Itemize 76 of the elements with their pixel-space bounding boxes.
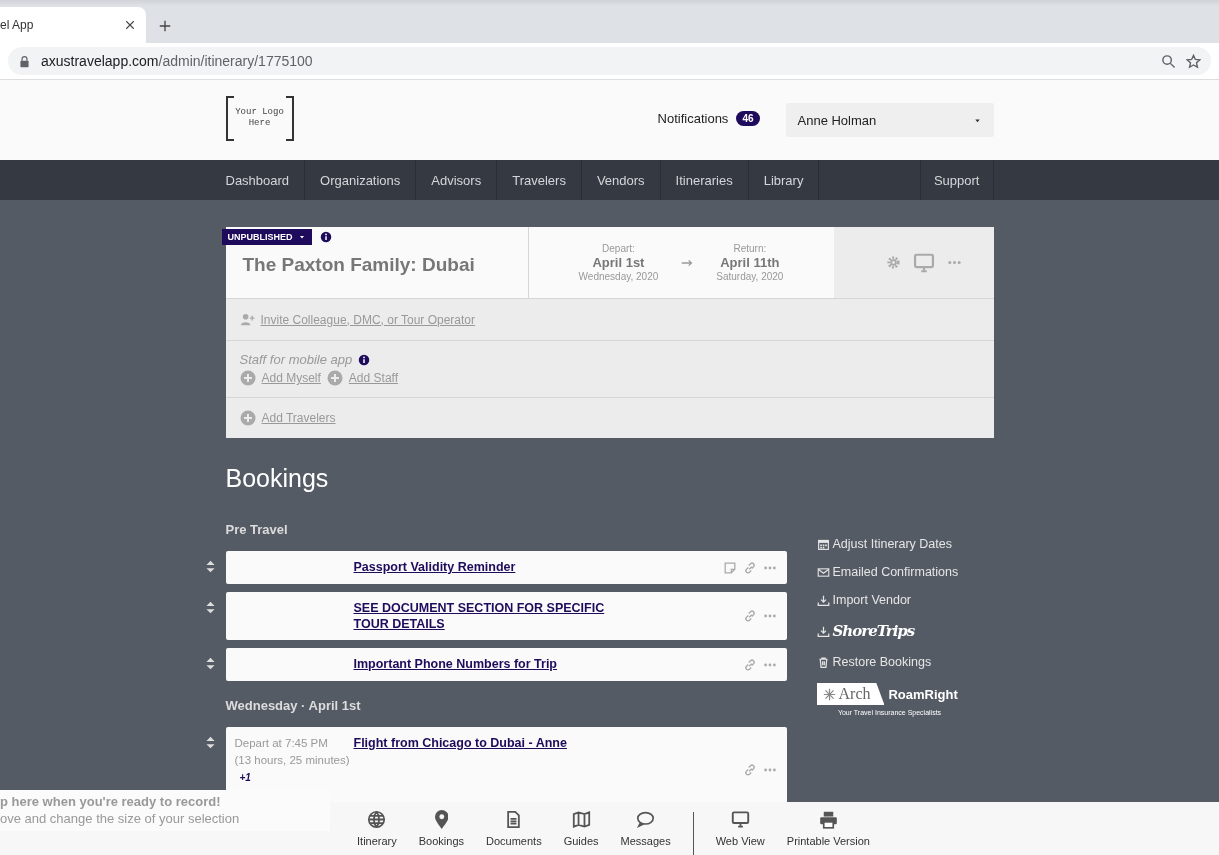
toolbar-button[interactable]: Bookings [407, 802, 476, 855]
download-icon [816, 593, 830, 607]
map-icon [571, 810, 591, 829]
recorder-hint: ove and change the size of your selection [0, 811, 240, 826]
link-icon[interactable] [742, 763, 757, 777]
toolbar-button[interactable]: Guides [552, 802, 610, 855]
calendar-icon [816, 537, 830, 551]
staff-label: Staff for mobile app [239, 352, 353, 367]
sidebar-link[interactable]: Emailed Confirmations [832, 565, 959, 579]
plus-circle-icon[interactable] [326, 370, 343, 386]
user-dropdown[interactable]: Anne Holman [785, 103, 994, 137]
brand-logo[interactable]: ShoreTrips [832, 622, 915, 640]
notification-count: 46 [736, 110, 760, 126]
sidebar-link[interactable]: Import Vendor [832, 593, 911, 607]
depart-date: April 1st [592, 255, 645, 270]
user-add-icon [239, 312, 255, 327]
settings-icon[interactable] [885, 255, 901, 270]
url-text: axustravelapp.com/admin/itinerary/1775100 [41, 53, 313, 69]
return-date: April 11th [720, 255, 780, 270]
trash-icon [816, 655, 830, 669]
close-icon[interactable] [124, 19, 136, 31]
envelope-icon [816, 565, 830, 579]
browser-tab[interactable]: el App [0, 7, 146, 43]
notifications-link[interactable]: Notifications [657, 110, 729, 126]
booking-link[interactable]: SEE DOCUMENT SECTION FOR SPECIFIC TOUR DETAILS [353, 600, 634, 632]
drag-handle-icon[interactable] [204, 736, 217, 749]
tab-title: el App [0, 18, 34, 32]
plus-circle-icon[interactable] [239, 370, 256, 386]
toolbar-button[interactable]: Itinerary [346, 802, 408, 855]
drag-handle-icon[interactable] [204, 601, 217, 614]
booking-duration: (13 hours, 25 minutes) [234, 753, 351, 768]
globe-icon [367, 810, 387, 829]
recorder-hint: p here when you're ready to record! [0, 793, 222, 810]
info-icon[interactable] [319, 231, 332, 243]
booking-link[interactable]: Important Phone Numbers for Trip [353, 656, 634, 673]
toolbar-button[interactable]: Web View [704, 802, 776, 855]
note-icon[interactable] [722, 560, 737, 575]
printer-icon [818, 810, 838, 829]
lock-icon [18, 54, 31, 68]
monitor-icon [730, 810, 750, 829]
group-heading: Wednesday · April 1st [225, 698, 362, 713]
plus-circle-icon[interactable] [239, 410, 256, 426]
new-tab-icon[interactable] [158, 19, 172, 33]
return-day: Saturday, 2020 [716, 270, 784, 283]
toolbar-button[interactable]: Printable Version [775, 802, 881, 855]
caret-icon [297, 233, 306, 241]
return-label: Return: [733, 242, 767, 255]
group-heading: Pre Travel [225, 522, 289, 537]
monitor-icon[interactable] [912, 251, 935, 274]
bubble-icon [636, 810, 656, 829]
section-title: Bookings [225, 464, 330, 493]
trip-title: The Paxton Family: Dubai [242, 253, 475, 276]
logo-placeholder[interactable]: Your Logo Here [225, 95, 294, 141]
link-icon[interactable] [742, 657, 757, 672]
sidebar-link[interactable]: Adjust Itinerary Dates [832, 537, 952, 551]
bookmark-star-icon[interactable] [1186, 53, 1201, 69]
depart-day: Wednesday, 2020 [578, 270, 659, 283]
booking-time: Depart at 7:45 PM [234, 736, 329, 751]
booking-link[interactable]: Passport Validity Reminder [353, 559, 634, 576]
toolbar-button[interactable]: Messages [609, 802, 682, 855]
toolbar-button[interactable]: Documents [475, 802, 553, 855]
download-icon [816, 624, 830, 638]
drag-handle-icon[interactable] [204, 560, 217, 573]
link-icon[interactable] [742, 560, 757, 575]
info-icon[interactable] [358, 353, 371, 366]
day-offset: +1 [239, 772, 251, 783]
address-bar[interactable]: axustravelapp.com/admin/itinerary/1775100 [8, 47, 1211, 75]
status-dropdown[interactable]: UNPUBLISHED [221, 229, 312, 245]
drag-handle-icon[interactable] [204, 657, 217, 670]
sidebar-link[interactable]: Restore Bookings [832, 655, 932, 669]
booking-link[interactable]: Flight from Chicago to Dubai - Anne [353, 735, 634, 802]
depart-label: Depart: [602, 242, 635, 255]
zoom-icon[interactable] [1161, 53, 1176, 69]
flower-icon [822, 687, 836, 701]
pin-icon [434, 810, 449, 829]
link-icon[interactable] [742, 609, 757, 623]
